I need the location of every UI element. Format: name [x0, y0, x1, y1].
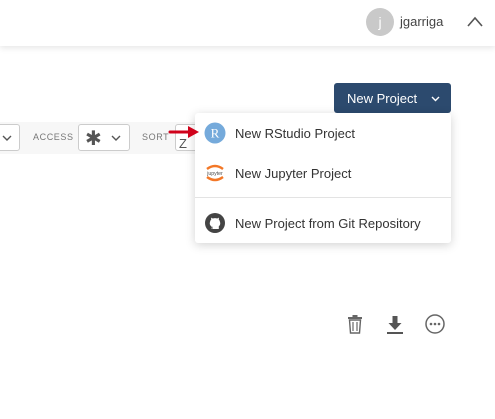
- username[interactable]: jgarriga: [400, 14, 443, 29]
- access-value: ✱: [85, 128, 102, 150]
- chevron-down-icon: [431, 96, 440, 102]
- menu-item-rstudio[interactable]: R New RStudio Project: [195, 115, 451, 151]
- avatar[interactable]: j: [366, 8, 394, 36]
- filter-select[interactable]: [0, 124, 20, 151]
- chevron-down-icon: [111, 135, 121, 141]
- menu-divider: [195, 197, 451, 198]
- menu-item-jupyter[interactable]: jupyter New Jupyter Project: [195, 155, 451, 191]
- access-select[interactable]: ✱: [78, 124, 130, 151]
- new-project-label: New Project: [347, 90, 418, 106]
- github-icon: [205, 213, 225, 233]
- more-options-icon[interactable]: [424, 313, 446, 335]
- red-arrow-icon: [168, 126, 199, 138]
- menu-item-git[interactable]: New Project from Git Repository: [195, 205, 451, 241]
- new-project-button[interactable]: New Project: [334, 83, 451, 113]
- download-icon[interactable]: [384, 313, 406, 335]
- menu-item-label: New RStudio Project: [235, 125, 355, 141]
- menu-item-label: New Project from Git Repository: [235, 215, 421, 231]
- chevron-up-icon[interactable]: [465, 12, 485, 32]
- svg-text:R: R: [211, 126, 220, 141]
- trash-icon[interactable]: [344, 313, 366, 335]
- new-project-menu: R New RStudio Project jupyter New Jupyte…: [195, 113, 451, 243]
- top-bar: j jgarriga: [0, 0, 495, 46]
- access-label: ACCESS: [33, 132, 74, 142]
- rstudio-icon: R: [204, 122, 226, 144]
- chevron-down-icon: [2, 135, 12, 141]
- svg-text:jupyter: jupyter: [206, 171, 223, 177]
- sort-label: SORT: [142, 132, 170, 142]
- jupyter-icon: jupyter: [206, 164, 224, 182]
- menu-item-label: New Jupyter Project: [235, 165, 352, 181]
